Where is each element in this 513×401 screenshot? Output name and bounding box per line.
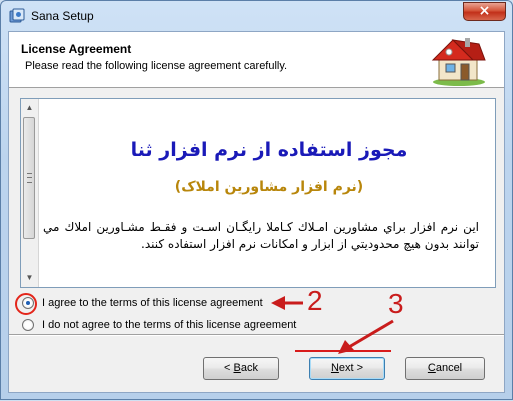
annotation-underline xyxy=(295,350,391,352)
page-subtitle: Please read the following license agreem… xyxy=(25,60,288,72)
license-text-box[interactable]: ▲ ▼ مجوز استفاده از نرم افزار ثنا (نرم ا… xyxy=(20,98,496,288)
grip-icon xyxy=(27,173,32,183)
annotation-step-3: 3 xyxy=(388,288,404,319)
next-rest: ext > xyxy=(338,362,364,374)
next-button[interactable]: Next > xyxy=(309,357,385,380)
back-accel: B xyxy=(233,362,241,374)
cancel-accel: C xyxy=(427,362,436,374)
setup-app-icon xyxy=(9,8,25,23)
back-rest: ack xyxy=(240,362,258,374)
annotation-circle xyxy=(15,293,37,315)
license-scrollbar[interactable]: ▲ ▼ xyxy=(21,99,39,287)
disagree-radio[interactable] xyxy=(22,319,34,331)
title-bar[interactable]: Sana Setup × xyxy=(1,1,512,31)
wizard-header: License Agreement Please read the follow… xyxy=(9,32,504,88)
house-icon xyxy=(431,38,486,86)
page-title: License Agreement xyxy=(21,42,132,56)
next-accel: N xyxy=(330,362,339,374)
back-button[interactable]: < Back xyxy=(203,357,279,380)
license-title: مجوز استفاده از نرم افزار ثنا xyxy=(130,139,408,161)
window-title: Sana Setup xyxy=(31,9,94,23)
agree-label[interactable]: I agree to the terms of this license agr… xyxy=(42,297,263,309)
disagree-label[interactable]: I do not agree to the terms of this lice… xyxy=(42,319,296,331)
annotation-step-2: 2 xyxy=(307,285,323,316)
wizard-body: License Agreement Please read the follow… xyxy=(8,31,505,393)
close-button[interactable]: × xyxy=(463,2,506,21)
cancel-button[interactable]: Cancel xyxy=(405,357,485,380)
setup-window: Sana Setup × License Agreement Please re… xyxy=(0,0,513,400)
agree-option[interactable]: I agree to the terms of this license agr… xyxy=(22,295,263,311)
license-subtitle: (نرم افزار مشاورین املاک) xyxy=(174,179,364,195)
disagree-option[interactable]: I do not agree to the terms of this lice… xyxy=(22,317,296,333)
license-body: این نرم افزار براي مشاورين امـلاك كـاملا… xyxy=(43,220,479,251)
scroll-up-arrow-icon[interactable]: ▲ xyxy=(24,102,35,114)
cancel-rest: ancel xyxy=(435,362,463,374)
scrollbar-thumb[interactable] xyxy=(23,117,35,239)
scroll-down-arrow-icon[interactable]: ▼ xyxy=(24,272,35,284)
back-prefix: < xyxy=(224,362,234,374)
footer-divider xyxy=(9,334,504,336)
close-icon: × xyxy=(478,3,491,19)
